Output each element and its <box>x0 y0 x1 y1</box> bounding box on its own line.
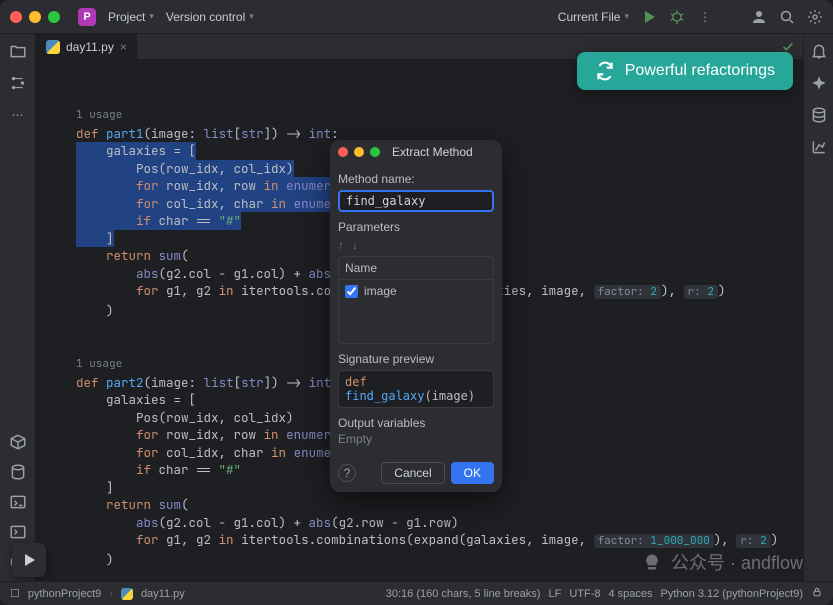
python-console-icon[interactable] <box>9 463 27 481</box>
signature-preview-label: Signature preview <box>338 352 494 366</box>
param-row[interactable]: image <box>339 280 493 302</box>
help-icon[interactable]: ? <box>338 464 356 482</box>
run-config-dropdown[interactable]: Current File <box>558 10 629 24</box>
python-packages-icon[interactable] <box>9 433 27 451</box>
minimize-window-icon[interactable] <box>29 11 41 23</box>
status-indent[interactable]: 4 spaces <box>608 588 652 600</box>
zoom-window-icon[interactable] <box>48 11 60 23</box>
project-badge: P <box>78 8 96 26</box>
vcs-dropdown[interactable]: Version control <box>166 10 254 24</box>
tab-filename: day11.py <box>66 40 114 54</box>
param-checkbox[interactable] <box>345 285 358 298</box>
debug-icon[interactable] <box>669 9 685 25</box>
services-icon[interactable] <box>9 493 27 511</box>
terminal-icon[interactable] <box>9 523 27 541</box>
python-file-icon <box>46 40 60 54</box>
right-tool-strip <box>803 34 833 581</box>
status-project[interactable]: pythonProject9 <box>28 588 101 600</box>
status-file[interactable]: day11.py <box>141 588 185 600</box>
status-line-sep[interactable]: LF <box>548 588 561 600</box>
run-icon[interactable] <box>641 9 657 25</box>
status-caret-pos[interactable]: 30:16 (160 chars, 5 line breaks) <box>386 588 541 600</box>
more-tool-icon[interactable]: ⋯ <box>9 106 27 124</box>
close-tab-icon[interactable]: × <box>120 40 127 54</box>
titlebar: P Project Version control Current File ⋮ <box>0 0 833 34</box>
search-icon[interactable] <box>779 9 795 25</box>
parameters-table[interactable]: Name image <box>338 256 494 344</box>
left-tool-strip: ⋯ <box>0 34 36 581</box>
python-file-icon <box>121 588 133 600</box>
status-bar: ☐ pythonProject9 › day11.py 30:16 (160 c… <box>0 581 833 605</box>
output-variables-value: Empty <box>338 432 494 446</box>
parameters-label: Parameters <box>338 220 494 234</box>
more-icon[interactable]: ⋮ <box>697 9 713 25</box>
dialog-minimize-icon[interactable] <box>354 147 364 157</box>
param-name-header: Name <box>339 257 493 280</box>
settings-icon[interactable] <box>807 9 823 25</box>
cancel-button[interactable]: Cancel <box>381 462 444 484</box>
refactoring-banner: Powerful refactorings <box>577 52 793 90</box>
status-project-icon: ☐ <box>10 587 20 600</box>
notifications-icon[interactable] <box>810 42 828 60</box>
structure-tool-icon[interactable] <box>9 74 27 92</box>
status-interpreter[interactable]: Python 3.12 (pythonProject9) <box>661 588 803 600</box>
window-controls <box>10 11 60 23</box>
editor-tab[interactable]: day11.py × <box>36 34 138 59</box>
dialog-close-icon[interactable] <box>338 147 348 157</box>
move-down-icon[interactable]: ↓ <box>352 238 358 252</box>
lock-icon[interactable] <box>811 586 823 601</box>
project-tool-icon[interactable] <box>9 42 27 60</box>
code-with-me-icon[interactable] <box>751 9 767 25</box>
sciview-icon[interactable] <box>810 138 828 156</box>
method-name-input[interactable] <box>338 190 494 212</box>
ai-assistant-icon[interactable] <box>810 74 828 92</box>
extract-method-dialog: Extract Method Method name: Parameters ↑… <box>330 140 502 492</box>
status-encoding[interactable]: UTF-8 <box>569 588 600 600</box>
database-icon[interactable] <box>810 106 828 124</box>
run-gutter-icon[interactable] <box>12 543 46 577</box>
move-up-icon[interactable]: ↑ <box>338 238 344 252</box>
dialog-title: Extract Method <box>392 145 473 159</box>
refresh-icon <box>595 61 615 81</box>
banner-text: Powerful refactorings <box>625 62 775 80</box>
dialog-zoom-icon[interactable] <box>370 147 380 157</box>
param-name: image <box>364 284 397 298</box>
method-name-label: Method name: <box>338 172 494 186</box>
output-variables-label: Output variables <box>338 416 494 430</box>
signature-preview: def find_galaxy(image) <box>338 370 494 408</box>
ok-button[interactable]: OK <box>451 462 494 484</box>
project-dropdown[interactable]: Project <box>108 10 154 24</box>
gutter <box>36 60 72 581</box>
close-window-icon[interactable] <box>10 11 22 23</box>
